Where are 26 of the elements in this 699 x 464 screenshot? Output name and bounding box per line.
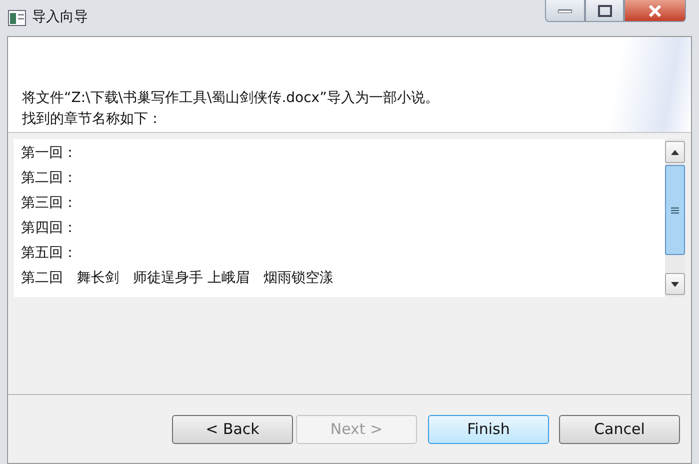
- window-icon: [8, 10, 26, 26]
- chapter-item[interactable]: 第一回：: [21, 141, 658, 166]
- up-arrow-icon: [671, 150, 679, 154]
- wizard-button[interactable]: < Back: [172, 414, 293, 444]
- maximize-button[interactable]: [585, 0, 624, 22]
- chapter-item[interactable]: 第五回：: [21, 241, 658, 266]
- down-arrow-icon: [671, 282, 679, 286]
- window-title: 导入向导: [32, 8, 88, 26]
- chapter-item[interactable]: 第二回 舞长剑 师徒逞身手 上峨眉 烟雨锁空漾: [21, 266, 658, 291]
- chapter-item[interactable]: 第四回：: [21, 216, 658, 241]
- minimize-button[interactable]: [545, 0, 585, 22]
- chapter-item[interactable]: 第二回：: [21, 166, 658, 191]
- scroll-thumb[interactable]: [665, 165, 685, 255]
- intro-text: 找到的章节名称如下：: [22, 110, 163, 129]
- scroll-up-button[interactable]: [665, 141, 685, 163]
- minimize-icon: [558, 8, 572, 12]
- close-button[interactable]: [624, 0, 686, 22]
- chapter-item[interactable]: 第三回：: [21, 191, 658, 216]
- grip-icon: [671, 206, 679, 214]
- scrollbar[interactable]: [665, 139, 685, 297]
- wizard-button[interactable]: Finish: [428, 414, 549, 444]
- intro-text: 将文件“Z:\下载\书巢写作工具\蜀山剑侠传.docx”导入为一部小说。: [22, 89, 440, 108]
- maximize-icon: [598, 4, 612, 16]
- close-icon: [647, 4, 663, 16]
- wizard-button[interactable]: Cancel: [559, 414, 680, 444]
- scroll-down-button[interactable]: [665, 273, 685, 295]
